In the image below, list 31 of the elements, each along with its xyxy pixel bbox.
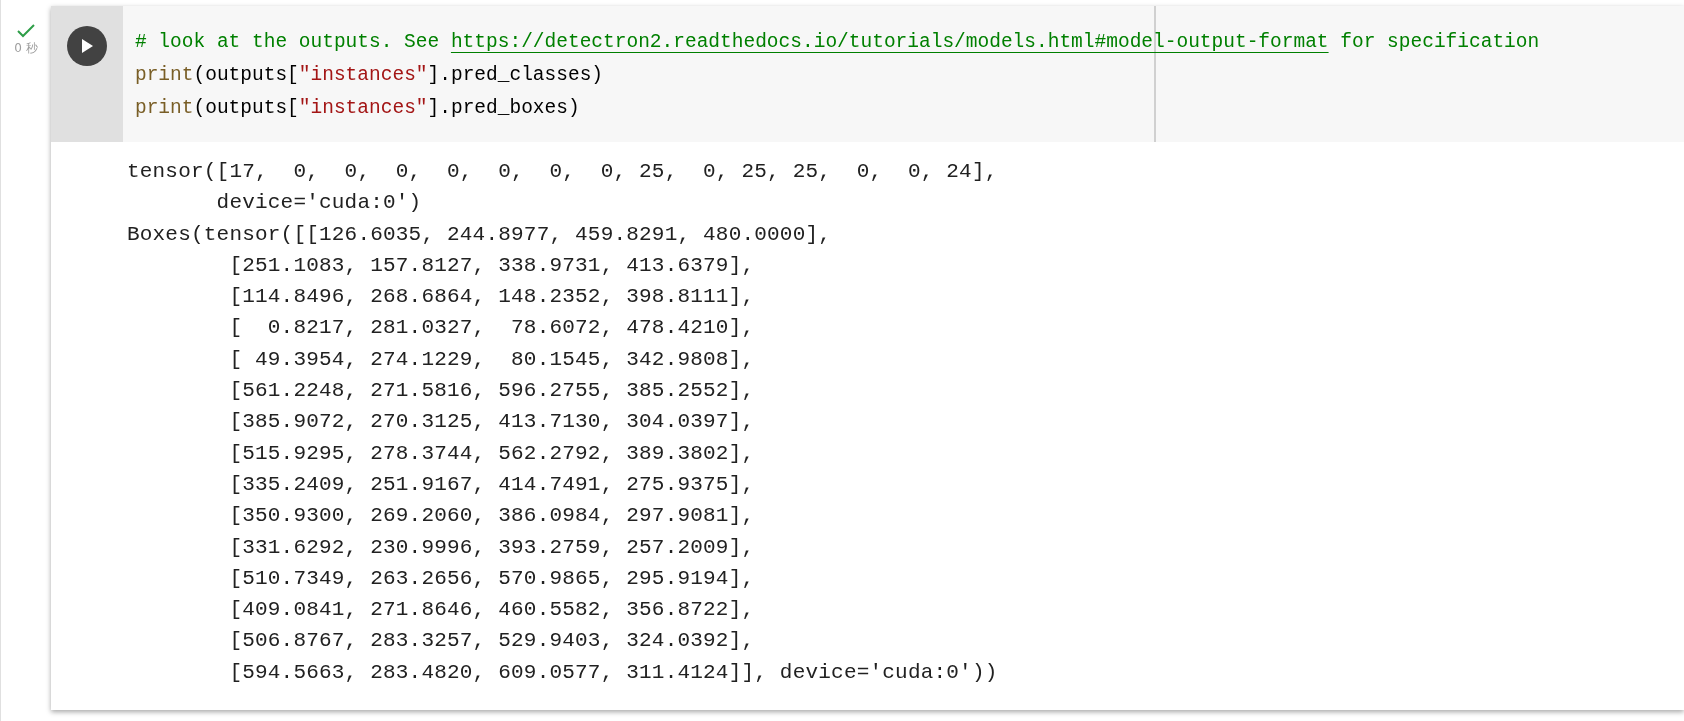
- code-token: (outputs[: [193, 64, 299, 86]
- output-line: device='cuda:0'): [215, 190, 423, 217]
- code-token: print: [134, 64, 194, 86]
- output-line: [114.8496, 268.6864, 148.2352, 398.8111],: [228, 284, 756, 311]
- output-line: [561.2248, 271.5816, 596.2755, 385.2552],: [228, 378, 756, 405]
- code-token: for specification: [1339, 31, 1540, 53]
- output-line: [515.9295, 278.3744, 562.2792, 389.3802],: [228, 440, 756, 467]
- execution-time: 0 秒: [14, 40, 38, 57]
- output-line: [385.9072, 270.3125, 413.7130, 304.0397],: [228, 409, 756, 436]
- output-line: [251.1083, 157.8127, 338.9731, 413.6379],: [228, 252, 756, 279]
- output-line: [350.9300, 269.2060, 386.0984, 297.9081],: [228, 503, 756, 530]
- play-icon: [79, 38, 94, 54]
- output-line: [ 0.8217, 281.0327, 78.6072, 478.4210],: [228, 315, 756, 342]
- code-token: ].pred_classes): [427, 64, 604, 86]
- code-token: (outputs[: [193, 97, 299, 119]
- documentation-link[interactable]: https://detectron2.readthedocs.io/tutorials/models.html#model-output-format: [450, 31, 1329, 53]
- code-token: # look at the outputs. See: [134, 31, 441, 53]
- code-token: print: [134, 97, 194, 119]
- output-line: [506.8767, 283.3257, 529.9403, 324.0392],: [228, 628, 756, 655]
- output-line: [510.7349, 263.2656, 570.9865, 295.9194],: [228, 565, 756, 592]
- output-line: [331.6292, 230.9996, 393.2759, 257.2009],: [228, 534, 756, 561]
- output-line: [ 49.3954, 274.1229, 80.1545, 342.9808],: [228, 346, 756, 373]
- output-line: Boxes(tensor([[126.6035, 244.8977, 459.8291, 480.0000],: [126, 221, 833, 248]
- run-button[interactable]: [66, 26, 107, 66]
- output-line: [594.5663, 283.4820, 609.0577, 311.4124]], device='cuda:0')): [228, 659, 999, 686]
- output-line: tensor([17, 0, 0, 0, 0, 0, 0, 0, 25, 0, 25, 25, 0, 0, 24],: [126, 159, 999, 185]
- code-token: ].pred_boxes): [427, 97, 580, 119]
- output-line: [335.2409, 251.9167, 414.7491, 275.9375],: [228, 471, 756, 498]
- code-token: "instances": [298, 64, 428, 86]
- code-token: "instances": [298, 97, 428, 119]
- output-line: [409.0841, 271.8646, 460.5582, 356.8722],: [228, 597, 756, 624]
